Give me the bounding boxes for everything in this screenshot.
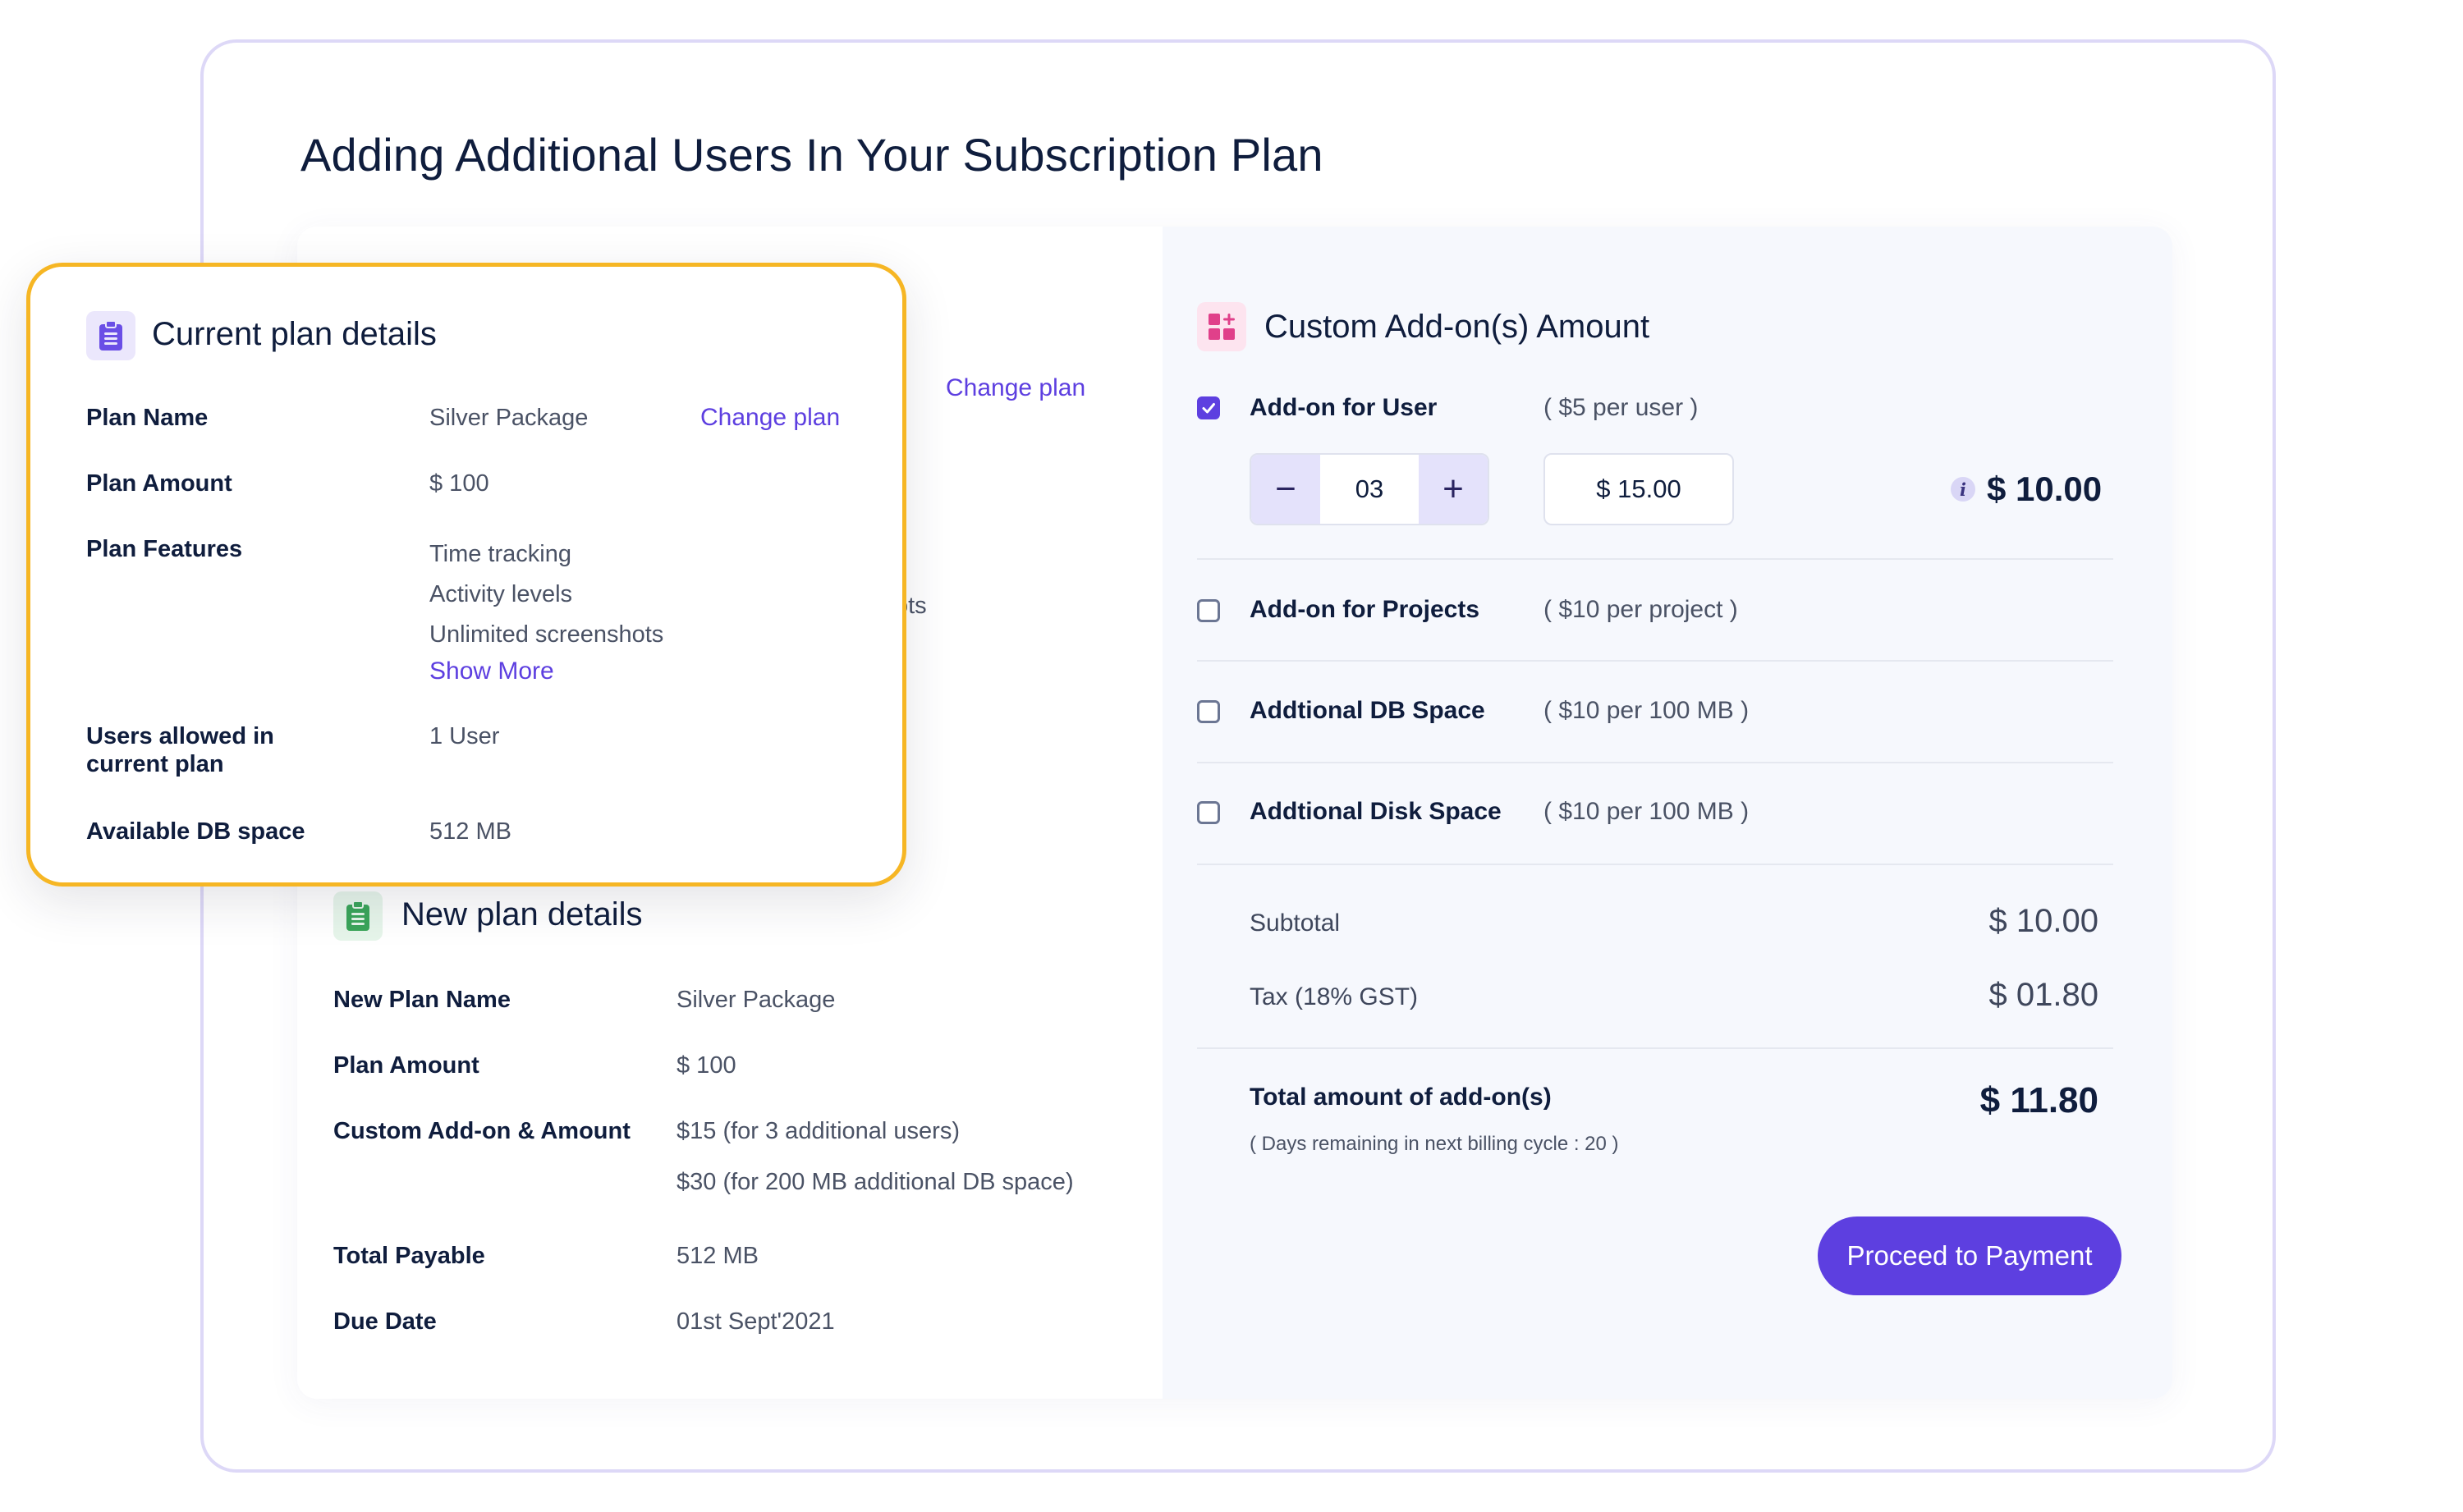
- addon-projects-rate: ( $10 per project ): [1543, 596, 1738, 623]
- custom-addon-label: Custom Add-on & Amount: [333, 1118, 631, 1144]
- addon-disk-label: Addtional Disk Space: [1250, 798, 1502, 825]
- days-remaining-note: ( Days remaining in next billing cycle :…: [1250, 1133, 1619, 1155]
- plan-amount-value: $ 100: [429, 470, 489, 497]
- new-plan-amount-label: Plan Amount: [333, 1052, 479, 1079]
- divider: [1197, 762, 2113, 763]
- divider: [1197, 558, 2113, 560]
- divider: [1197, 864, 2113, 865]
- user-amount-input[interactable]: $ 15.00: [1543, 453, 1734, 525]
- custom-addon-value-db: $30 (for 200 MB additional DB space): [677, 1169, 1074, 1195]
- total-addons-label: Total amount of add-on(s): [1250, 1084, 1552, 1111]
- new-plan-name-value: Silver Package: [677, 987, 836, 1013]
- plan-amount-label: Plan Amount: [86, 470, 232, 497]
- clipboard-icon: [333, 891, 383, 941]
- feature-item: Unlimited screenshots: [429, 621, 664, 648]
- feature-item: Time tracking: [429, 541, 571, 567]
- new-plan-name-label: New Plan Name: [333, 987, 511, 1013]
- subtotal-value: $ 10.00: [1988, 903, 2098, 939]
- total-addons-value: $ 11.80: [1979, 1080, 2098, 1120]
- plan-features-label: Plan Features: [86, 536, 243, 562]
- new-plan-title: New plan details: [401, 896, 643, 932]
- custom-addon-value-users: $15 (for 3 additional users): [677, 1118, 960, 1144]
- decrement-button[interactable]: −: [1251, 455, 1320, 524]
- tax-label: Tax (18% GST): [1250, 983, 1419, 1010]
- db-space-label: Available DB space: [86, 818, 305, 845]
- addon-disk-checkbox[interactable]: [1197, 801, 1220, 824]
- due-date-value: 01st Sept'2021: [677, 1308, 835, 1335]
- due-date-label: Due Date: [333, 1308, 437, 1335]
- addon-db-checkbox[interactable]: [1197, 700, 1220, 723]
- current-plan-title: Current plan details: [152, 316, 437, 352]
- change-plan-link[interactable]: Change plan: [700, 404, 840, 432]
- user-line-total: $ 10.00: [1987, 470, 2103, 508]
- users-allowed-value: 1 User: [429, 723, 500, 749]
- addon-projects-checkbox[interactable]: [1197, 599, 1220, 622]
- divider: [1197, 1047, 2113, 1049]
- user-quantity-value[interactable]: 03: [1320, 455, 1419, 524]
- users-allowed-label-line2: current plan: [86, 751, 224, 777]
- proceed-to-payment-button[interactable]: Proceed to Payment: [1818, 1216, 2121, 1295]
- plan-name-label: Plan Name: [86, 405, 209, 431]
- db-space-value: 512 MB: [429, 818, 511, 845]
- clipboard-icon: [86, 311, 135, 360]
- show-more-link[interactable]: Show More: [429, 657, 554, 685]
- divider: [1197, 660, 2113, 662]
- addon-db-label: Addtional DB Space: [1250, 697, 1485, 724]
- addon-projects-label: Add-on for Projects: [1250, 596, 1480, 623]
- info-icon[interactable]: i: [1951, 477, 1975, 502]
- addon-user-checkbox[interactable]: [1197, 396, 1220, 419]
- addon-disk-rate: ( $10 per 100 MB ): [1543, 798, 1750, 825]
- user-quantity-stepper: − 03 +: [1250, 453, 1489, 525]
- current-plan-card: Current plan details Plan Name Silver Pa…: [26, 263, 906, 887]
- check-icon: [1202, 403, 1215, 414]
- total-payable-value: 512 MB: [677, 1243, 759, 1269]
- increment-button[interactable]: +: [1419, 455, 1488, 524]
- change-plan-link-background[interactable]: Change plan: [946, 374, 1085, 402]
- addons-title: Custom Add-on(s) Amount: [1264, 309, 1650, 345]
- addon-user-label: Add-on for User: [1250, 394, 1438, 421]
- subtotal-label: Subtotal: [1250, 909, 1341, 937]
- grid-plus-icon: [1197, 302, 1246, 351]
- tax-value: $ 01.80: [1988, 977, 2098, 1013]
- new-plan-amount-value: $ 100: [677, 1052, 736, 1079]
- total-payable-label: Total Payable: [333, 1243, 485, 1269]
- page-title: Adding Additional Users In Your Subscrip…: [300, 129, 1323, 181]
- feature-item: Activity levels: [429, 581, 573, 607]
- plan-name-value: Silver Package: [429, 405, 589, 431]
- addon-db-rate: ( $10 per 100 MB ): [1543, 697, 1750, 724]
- addon-user-rate: ( $5 per user ): [1543, 394, 1699, 421]
- addons-panel: Custom Add-on(s) Amount Add-on for User …: [1163, 227, 2172, 1399]
- users-allowed-label: Users allowed in: [86, 723, 274, 749]
